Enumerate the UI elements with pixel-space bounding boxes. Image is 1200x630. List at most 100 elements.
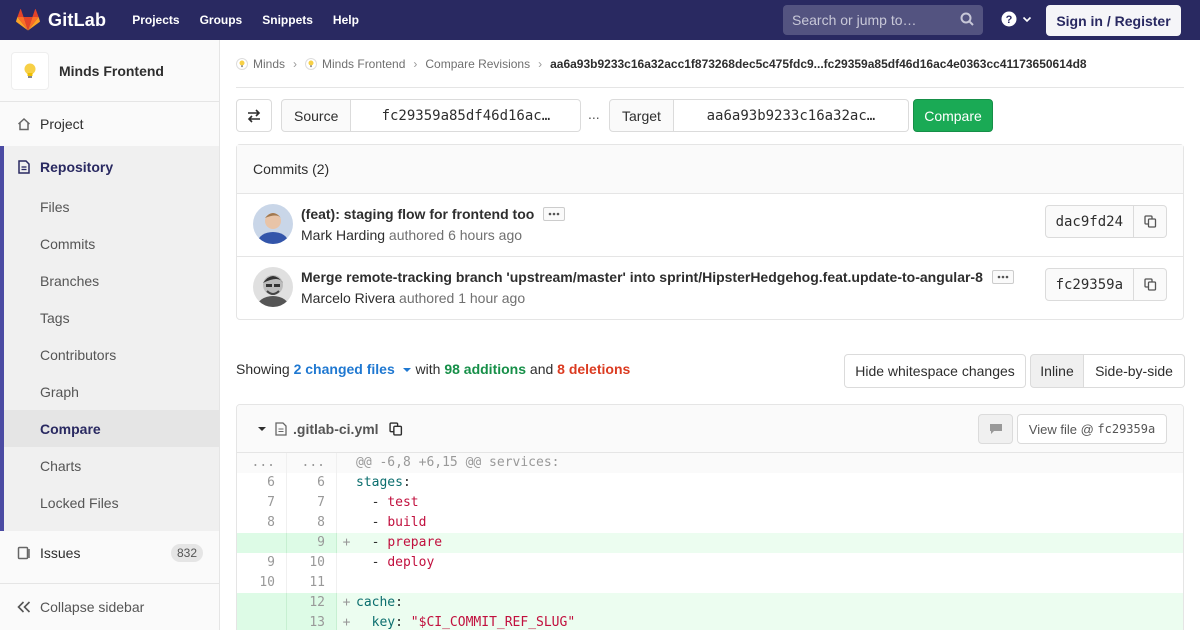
search-box	[783, 5, 983, 35]
diff-summary: Showing 2 changed files with 98 addition…	[236, 361, 630, 377]
sidebar-subitem-contributors[interactable]: Contributors	[4, 336, 219, 373]
diff-code: stages:	[356, 475, 411, 490]
chevron-down-icon	[1022, 16, 1032, 23]
sidebar-item-issues[interactable]: Issues 832	[0, 531, 219, 575]
old-line-number[interactable]	[237, 593, 287, 613]
sidebar-subitem-files[interactable]: Files	[4, 188, 219, 225]
diff-file-header: .gitlab-ci.yml View file @ fc29359a	[237, 405, 1183, 453]
side-by-side-view-button[interactable]: Side-by-side	[1084, 354, 1185, 388]
new-line-number[interactable]: 11	[287, 573, 337, 593]
summary-with: with	[415, 361, 441, 377]
ellipsis-icon	[548, 212, 560, 216]
changed-files-dropdown[interactable]: 2 changed files	[294, 361, 412, 377]
new-line-number[interactable]: 7	[287, 493, 337, 513]
diff-line-added: 12 + cache:	[237, 593, 1183, 613]
sidebar-subitem-compare[interactable]: Compare	[4, 410, 219, 447]
sidebar-project-header[interactable]: Minds Frontend	[0, 40, 219, 102]
commit-sha[interactable]: dac9fd24	[1044, 205, 1134, 238]
new-line-number[interactable]: 10	[287, 553, 337, 573]
diff-line: 9 10 - deploy	[237, 553, 1183, 573]
diff-lines: ...... @@ -6,8 +6,15 @@ services: 6 6 stages…	[237, 453, 1183, 630]
commit-sha[interactable]: fc29359a	[1044, 268, 1134, 301]
sidebar-subitem-locked-files[interactable]: Locked Files	[4, 484, 219, 521]
commit-time: authored 1 hour ago	[399, 290, 526, 306]
diff-line: 88 - build	[237, 513, 1183, 533]
avatar[interactable]	[253, 267, 293, 307]
old-line-number[interactable]: 9	[237, 553, 287, 573]
commit-title-link[interactable]: Merge remote-tracking branch 'upstream/m…	[301, 269, 983, 285]
copy-sha-button[interactable]	[1134, 205, 1167, 238]
old-line-number[interactable]	[237, 613, 287, 630]
view-file-button[interactable]: View file @ fc29359a	[1017, 414, 1167, 444]
target-ref-group: Target aa6a93b9233c16a32ac…	[609, 99, 909, 132]
changed-files-label: 2 changed files	[293, 361, 395, 377]
old-line-number[interactable]: ...	[237, 453, 287, 473]
sidebar-section-repository: Repository Files Commits Branches Tags C…	[0, 146, 219, 531]
compare-button[interactable]: Compare	[913, 99, 993, 132]
diff-line-added: 13 + key: "$CI_COMMIT_REF_SLUG"	[237, 613, 1183, 630]
nav-link-groups[interactable]: Groups	[200, 13, 243, 27]
toggle-comments-button[interactable]	[978, 414, 1013, 444]
commit-author[interactable]: Marcelo Rivera	[301, 290, 395, 306]
summary-and: and	[529, 361, 554, 377]
brand-name: GitLab	[48, 9, 107, 30]
nav-link-projects[interactable]: Projects	[132, 13, 179, 27]
copy-icon[interactable]	[388, 421, 403, 436]
old-line-number[interactable]: 7	[237, 493, 287, 513]
new-line-number[interactable]: ...	[287, 453, 337, 473]
ref-separator: ...	[588, 106, 600, 122]
breadcrumb-separator-icon: ›	[293, 57, 298, 71]
diff-code: @@ -6,8 +6,15 @@ services:	[356, 455, 560, 470]
old-line-number[interactable]: 10	[237, 573, 287, 593]
expand-commit-button[interactable]	[991, 270, 1014, 284]
sidebar-item-project[interactable]: Project	[0, 102, 219, 146]
new-line-number[interactable]: 12	[287, 593, 337, 613]
sidebar-subitem-tags[interactable]: Tags	[4, 299, 219, 336]
commit-meta: Marcelo Rivera authored 1 hour ago	[301, 290, 525, 306]
new-line-number[interactable]: 9	[287, 533, 337, 553]
collapse-sidebar-button[interactable]: Collapse sidebar	[0, 583, 219, 629]
sidebar-subitem-charts[interactable]: Charts	[4, 447, 219, 484]
lightbulb-icon	[236, 58, 248, 70]
breadcrumb-compare-revisions[interactable]: Compare Revisions	[425, 57, 530, 71]
sign-in-button[interactable]: Sign in / Register	[1046, 5, 1181, 36]
new-line-number[interactable]: 6	[287, 473, 337, 493]
search-icon[interactable]	[960, 12, 974, 26]
sidebar-subitem-graph[interactable]: Graph	[4, 373, 219, 410]
collapse-label: Collapse sidebar	[40, 598, 145, 615]
sidebar-subitem-branches[interactable]: Branches	[4, 262, 219, 299]
old-line-number[interactable]	[237, 533, 287, 553]
caret-down-icon[interactable]	[257, 425, 267, 433]
diff-filename[interactable]: .gitlab-ci.yml	[293, 421, 379, 437]
nav-link-snippets[interactable]: Snippets	[262, 13, 313, 27]
help-dropdown[interactable]: ?	[1001, 11, 1033, 27]
commit-title: (feat): staging flow for frontend too	[301, 206, 566, 222]
breadcrumb-minds[interactable]: Minds	[236, 57, 285, 71]
nav-link-help[interactable]: Help	[333, 13, 359, 27]
inline-view-button[interactable]: Inline	[1030, 354, 1084, 388]
sidebar-subitem-commits[interactable]: Commits	[4, 225, 219, 262]
new-line-number[interactable]: 13	[287, 613, 337, 630]
old-line-number[interactable]: 8	[237, 513, 287, 533]
copy-sha-button[interactable]	[1134, 268, 1167, 301]
commits-header: Commits (2)	[237, 145, 1183, 194]
avatar[interactable]	[253, 204, 293, 244]
commit-title-link[interactable]: (feat): staging flow for frontend too	[301, 206, 534, 222]
swap-revisions-button[interactable]	[236, 99, 272, 132]
sidebar: Minds Frontend Project Repository Files …	[0, 40, 220, 630]
commit-author[interactable]: Mark Harding	[301, 227, 385, 243]
breadcrumb-minds-frontend[interactable]: Minds Frontend	[305, 57, 405, 71]
expand-commit-button[interactable]	[543, 207, 566, 221]
diff-line: 77 - test	[237, 493, 1183, 513]
target-ref-dropdown[interactable]: aa6a93b9233c16a32ac…	[673, 99, 909, 132]
source-ref-dropdown[interactable]: fc29359a85df46d16ac…	[351, 99, 582, 132]
old-line-number[interactable]: 6	[237, 473, 287, 493]
lightbulb-icon	[24, 63, 36, 78]
new-line-number[interactable]: 8	[287, 513, 337, 533]
gitlab-logo[interactable]: GitLab	[16, 0, 106, 40]
sidebar-item-label: Repository	[40, 159, 114, 175]
hide-whitespace-button[interactable]: Hide whitespace changes	[844, 354, 1026, 388]
sidebar-item-repository[interactable]: Repository	[4, 146, 219, 188]
breadcrumb-current[interactable]: aa6a93b9233c16a32acc1f873268dec5c475fdc9…	[550, 57, 1086, 71]
search-input[interactable]	[792, 12, 957, 28]
